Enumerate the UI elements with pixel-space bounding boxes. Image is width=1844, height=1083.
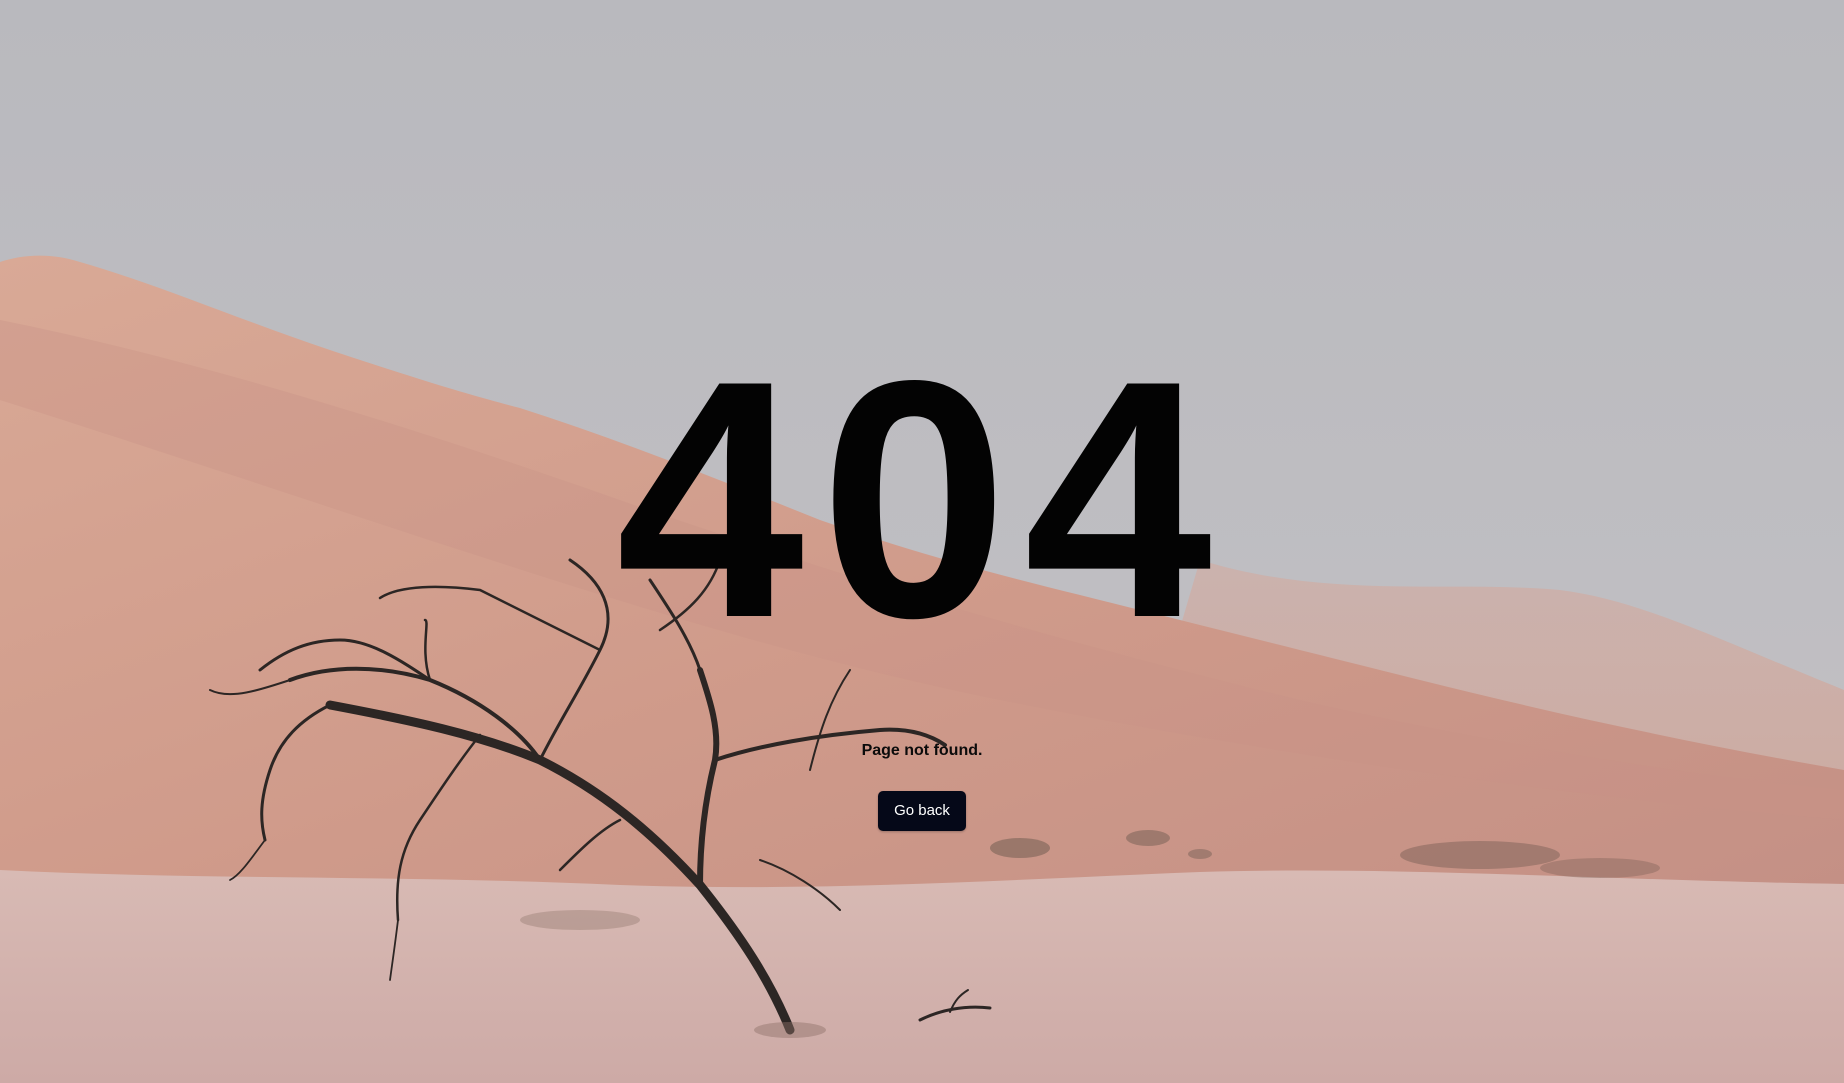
error-content: 404 Page not found. Go back — [0, 0, 1844, 1083]
go-back-button[interactable]: Go back — [878, 791, 966, 831]
error-message: Page not found. — [861, 742, 983, 759]
error-code-heading: 404 — [616, 310, 1228, 688]
not-found-page: 404 Page not found. Go back — [0, 0, 1844, 1083]
